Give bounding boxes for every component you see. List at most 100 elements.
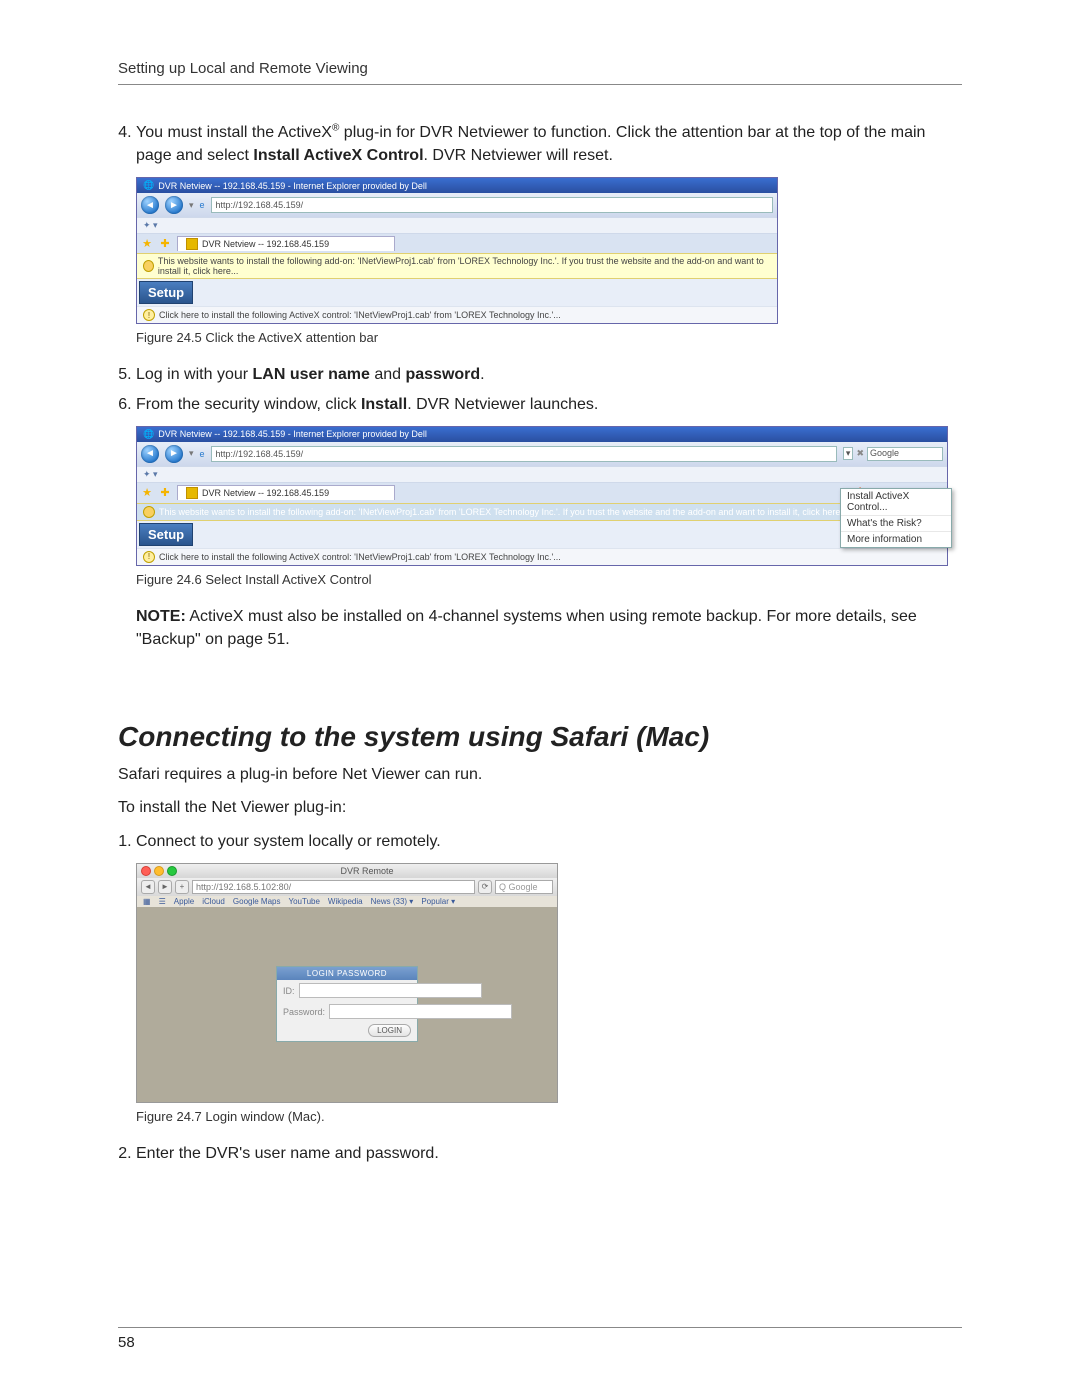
minimize-icon[interactable] (154, 866, 164, 876)
safari-step2-text: Enter the DVR's user name and password. (136, 1145, 439, 1162)
url-favicon-icon: e (200, 449, 205, 459)
safari-step-2: Enter the DVR's user name and password. (136, 1142, 962, 1165)
step-4: You must install the ActiveX® plug-in fo… (136, 121, 962, 167)
bm-popular[interactable]: Popular ▾ (421, 897, 455, 906)
search-provider-dd[interactable]: ▾ (843, 447, 854, 460)
back-icon[interactable]: ◄ (141, 196, 159, 214)
setup-button[interactable]: Setup (139, 523, 193, 546)
ie-address-bar: ◄ ► ▾ e http://192.168.45.159/ ▾ ✖ Googl… (137, 442, 947, 466)
bm-youtube[interactable]: YouTube (288, 897, 319, 906)
step5-b1: LAN user name (253, 366, 370, 383)
address-input[interactable]: http://192.168.45.159/ (211, 197, 773, 213)
browser-tab[interactable]: DVR Netview -- 192.168.45.159 (177, 485, 395, 500)
step4-bold: Install ActiveX Control (253, 147, 423, 164)
step6-b1: Install (361, 396, 407, 413)
ie-window-1: 🌐 DVR Netview -- 192.168.45.159 - Intern… (136, 177, 778, 324)
safari-intro: Safari requires a plug-in before Net Vie… (118, 763, 962, 786)
ie-link-bar: ✦ ▾ (137, 466, 947, 482)
activex-attention-bar-selected[interactable]: This website wants to install the follow… (137, 503, 947, 521)
ie-tab-bar: ★ ✚ DVR Netview -- 192.168.45.159 (137, 233, 777, 253)
back-icon[interactable]: ◄ (141, 445, 159, 463)
mac-toolbar: ◄ ► + http://192.168.5.102:80/ ⟳ Q Googl… (137, 878, 557, 896)
links-icon: ✦ ▾ (143, 220, 158, 230)
figure-24-7: DVR Remote ◄ ► + http://192.168.5.102:80… (136, 863, 962, 1103)
zoom-icon[interactable] (167, 866, 177, 876)
menu-install-activex[interactable]: Install ActiveX Control... (841, 489, 951, 516)
browser-tab[interactable]: DVR Netview -- 192.168.45.159 (177, 236, 395, 251)
ie-link-bar: ✦ ▾ (137, 217, 777, 233)
links-icon: ✦ ▾ (143, 469, 158, 479)
add-favorites-icon[interactable]: ✚ (159, 487, 171, 499)
ie-title-bar: 🌐 DVR Netview -- 192.168.45.159 - Intern… (137, 178, 777, 193)
traffic-lights (141, 866, 177, 876)
step-6: From the security window, click Install.… (136, 393, 962, 416)
favorites-icon[interactable]: ★ (141, 487, 153, 499)
favorites-icon[interactable]: ★ (141, 238, 153, 250)
menu-more-information[interactable]: More information (841, 532, 951, 547)
bm-news[interactable]: News (33) ▾ (371, 897, 414, 906)
setup-button[interactable]: Setup (139, 281, 193, 304)
mac-search-hint: Google (509, 882, 538, 892)
figure-24-7-caption: Figure 24.7 Login window (Mac). (136, 1109, 962, 1124)
bm-list-icon[interactable]: ☰ (159, 897, 166, 906)
back-icon[interactable]: ◄ (141, 880, 155, 894)
login-password-input[interactable] (329, 1004, 512, 1019)
step5-post: . (480, 366, 484, 383)
url-favicon-icon: e (200, 200, 205, 210)
safari-window: DVR Remote ◄ ► + http://192.168.5.102:80… (136, 863, 558, 1103)
mac-page-body: LOGIN PASSWORD ID: Password: LOGIN (137, 907, 557, 1102)
step5-mid: and (370, 366, 406, 383)
close-icon[interactable] (141, 866, 151, 876)
page-header: Setting up Local and Remote Viewing (118, 60, 962, 85)
forward-icon[interactable]: ► (165, 445, 183, 463)
login-button[interactable]: LOGIN (368, 1024, 411, 1037)
ie-window-2: 🌐 DVR Netview -- 192.168.45.159 - Intern… (136, 426, 948, 566)
ie-status-bar: ! Click here to install the following Ac… (137, 306, 777, 323)
page-body: Setup (137, 521, 947, 548)
bm-icloud[interactable]: iCloud (202, 897, 225, 906)
shield-icon (143, 260, 154, 272)
bm-apple[interactable]: Apple (174, 897, 194, 906)
add-bookmark-icon[interactable]: + (175, 880, 189, 894)
ie-status-bar: ! Click here to install the following Ac… (137, 548, 947, 565)
tab-label: DVR Netview -- 192.168.45.159 (202, 239, 329, 249)
menu-whats-the-risk[interactable]: What's the Risk? (841, 516, 951, 532)
tab-favicon-icon (186, 238, 198, 250)
login-id-input[interactable] (299, 983, 482, 998)
mac-url-input[interactable]: http://192.168.5.102:80/ (192, 880, 475, 894)
info-icon: ! (143, 551, 155, 563)
note-label: NOTE: (136, 608, 186, 625)
mac-title-bar: DVR Remote (137, 864, 557, 878)
status-bar-text: Click here to install the following Acti… (159, 552, 561, 562)
ie-favicon-icon: 🌐 (143, 429, 154, 440)
step6-pre: From the security window, click (136, 396, 361, 413)
ie-title-bar: 🌐 DVR Netview -- 192.168.45.159 - Intern… (137, 427, 947, 442)
mac-search-input[interactable]: Q Google (495, 880, 553, 894)
attention-bar-text: This website wants to install the follow… (158, 256, 771, 276)
safari-heading: Connecting to the system using Safari (M… (118, 721, 962, 753)
address-input[interactable]: http://192.168.45.159/ (211, 446, 837, 462)
step-5: Log in with your LAN user name and passw… (136, 363, 962, 386)
mac-bookmark-bar: ▦ ☰ Apple iCloud Google Maps YouTube Wik… (137, 896, 557, 907)
reload-icon[interactable]: ⟳ (478, 880, 492, 894)
activex-attention-bar[interactable]: This website wants to install the follow… (137, 253, 777, 279)
search-input[interactable]: Google (867, 447, 943, 461)
add-favorites-icon[interactable]: ✚ (159, 238, 171, 250)
tab-favicon-icon (186, 487, 198, 499)
status-bar-text: Click here to install the following Acti… (159, 310, 561, 320)
login-panel: LOGIN PASSWORD ID: Password: LOGIN (276, 966, 418, 1042)
forward-icon[interactable]: ► (158, 880, 172, 894)
login-password-label: Password: (283, 1007, 325, 1017)
safari-step-1: Connect to your system locally or remote… (136, 830, 962, 853)
mac-window-title: DVR Remote (181, 866, 553, 876)
forward-icon[interactable]: ► (165, 196, 183, 214)
shield-icon (143, 506, 155, 518)
activex-context-menu: Install ActiveX Control... What's the Ri… (840, 488, 952, 548)
page-footer: 58 (118, 1327, 962, 1351)
bm-maps[interactable]: Google Maps (233, 897, 281, 906)
bm-wikipedia[interactable]: Wikipedia (328, 897, 363, 906)
login-id-label: ID: (283, 986, 295, 996)
ie-window-title: DVR Netview -- 192.168.45.159 - Internet… (158, 181, 427, 191)
step5-b2: password (405, 366, 480, 383)
bm-grid-icon[interactable]: ▦ (143, 897, 151, 906)
